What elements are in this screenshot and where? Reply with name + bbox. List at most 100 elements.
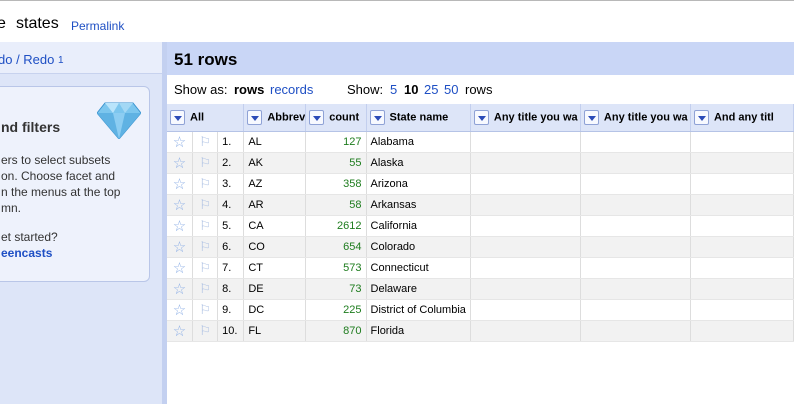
cell-abbrev[interactable]: CO [243,236,307,258]
column-header-title-1[interactable]: Any title you wa [470,104,581,132]
star-icon[interactable]: ☆ [167,257,193,279]
cell-title-3[interactable] [690,152,794,174]
column-header-state-name[interactable]: State name [366,104,471,132]
cell-state-name[interactable]: District of Columbia [366,299,471,321]
cell-count[interactable]: 55 [305,152,367,174]
flag-icon[interactable]: ⚐ [192,236,219,258]
chevron-down-icon[interactable] [170,109,185,125]
cell-title-3[interactable] [690,278,794,300]
chevron-down-icon[interactable] [309,109,325,125]
flag-icon[interactable]: ⚐ [192,320,219,342]
star-icon[interactable]: ☆ [167,152,193,174]
chevron-down-icon[interactable] [693,109,709,125]
cell-state-name[interactable]: Alabama [366,131,471,153]
page-size-25[interactable]: 25 [424,82,438,97]
star-icon[interactable]: ☆ [167,194,193,216]
cell-count[interactable]: 358 [305,173,367,195]
flag-icon[interactable]: ⚐ [192,152,219,174]
cell-count[interactable]: 654 [305,236,367,258]
cell-count[interactable]: 127 [305,131,367,153]
permalink-link[interactable]: Permalink [71,19,124,33]
cell-state-name[interactable]: Florida [366,320,471,342]
flag-icon[interactable]: ⚐ [192,215,219,237]
cell-title-1[interactable] [470,278,581,300]
cell-title-1[interactable] [470,152,581,174]
cell-title-2[interactable] [580,320,691,342]
cell-count[interactable]: 225 [305,299,367,321]
cell-title-2[interactable] [580,278,691,300]
cell-count[interactable]: 573 [305,257,367,279]
chevron-down-icon[interactable] [369,109,385,125]
page-size-50[interactable]: 50 [444,82,458,97]
cell-abbrev[interactable]: AL [243,131,307,153]
cell-title-1[interactable] [470,236,581,258]
cell-title-1[interactable] [470,320,581,342]
cell-abbrev[interactable]: AR [243,194,307,216]
cell-title-3[interactable] [690,236,794,258]
cell-title-3[interactable] [690,194,794,216]
cell-title-1[interactable] [470,215,581,237]
column-header-all[interactable]: All [167,104,245,132]
screencasts-link[interactable]: eencasts [1,246,52,260]
cell-title-2[interactable] [580,152,691,174]
project-name[interactable]: states [16,15,59,33]
cell-title-1[interactable] [470,299,581,321]
cell-abbrev[interactable]: AK [243,152,307,174]
cell-title-2[interactable] [580,236,691,258]
cell-title-2[interactable] [580,257,691,279]
flag-icon[interactable]: ⚐ [192,131,219,153]
cell-title-2[interactable] [580,194,691,216]
column-header-count[interactable]: count [305,104,367,132]
cell-count[interactable]: 870 [305,320,367,342]
undo-redo-tab[interactable]: do / Redo 1 [0,42,162,74]
chevron-down-icon[interactable] [473,109,489,125]
cell-count[interactable]: 2612 [305,215,367,237]
cell-abbrev[interactable]: AZ [243,173,307,195]
star-icon[interactable]: ☆ [167,215,193,237]
cell-abbrev[interactable]: CA [243,215,307,237]
cell-abbrev[interactable]: CT [243,257,307,279]
cell-count[interactable]: 73 [305,278,367,300]
cell-title-1[interactable] [470,257,581,279]
cell-abbrev[interactable]: DC [243,299,307,321]
page-size-5[interactable]: 5 [390,82,397,97]
cell-title-3[interactable] [690,173,794,195]
star-icon[interactable]: ☆ [167,320,193,342]
cell-title-1[interactable] [470,131,581,153]
column-header-abbrev[interactable]: Abbrev [243,104,307,132]
cell-abbrev[interactable]: FL [243,320,307,342]
show-as-records-link[interactable]: records [270,82,313,97]
star-icon[interactable]: ☆ [167,131,193,153]
cell-title-2[interactable] [580,215,691,237]
cell-title-2[interactable] [580,131,691,153]
cell-title-3[interactable] [690,257,794,279]
flag-icon[interactable]: ⚐ [192,257,219,279]
column-header-title-3[interactable]: And any titl [690,104,794,132]
cell-count[interactable]: 58 [305,194,367,216]
cell-title-3[interactable] [690,215,794,237]
chevron-down-icon[interactable] [583,109,599,125]
chevron-down-icon[interactable] [247,109,263,125]
cell-state-name[interactable]: Arkansas [366,194,471,216]
star-icon[interactable]: ☆ [167,278,193,300]
flag-icon[interactable]: ⚐ [192,194,219,216]
cell-state-name[interactable]: Arizona [366,173,471,195]
cell-abbrev[interactable]: DE [243,278,307,300]
cell-state-name[interactable]: Delaware [366,278,471,300]
show-as-rows[interactable]: rows [234,82,264,97]
cell-state-name[interactable]: Connecticut [366,257,471,279]
star-icon[interactable]: ☆ [167,299,193,321]
flag-icon[interactable]: ⚐ [192,299,219,321]
undo-redo-label[interactable]: do / Redo [0,52,54,67]
cell-title-1[interactable] [470,194,581,216]
cell-title-3[interactable] [690,299,794,321]
column-header-title-2[interactable]: Any title you wa [580,104,691,132]
cell-title-3[interactable] [690,131,794,153]
cell-title-2[interactable] [580,173,691,195]
cell-state-name[interactable]: Alaska [366,152,471,174]
page-size-10[interactable]: 10 [404,82,418,97]
flag-icon[interactable]: ⚐ [192,173,219,195]
cell-title-1[interactable] [470,173,581,195]
star-icon[interactable]: ☆ [167,236,193,258]
star-icon[interactable]: ☆ [167,173,193,195]
